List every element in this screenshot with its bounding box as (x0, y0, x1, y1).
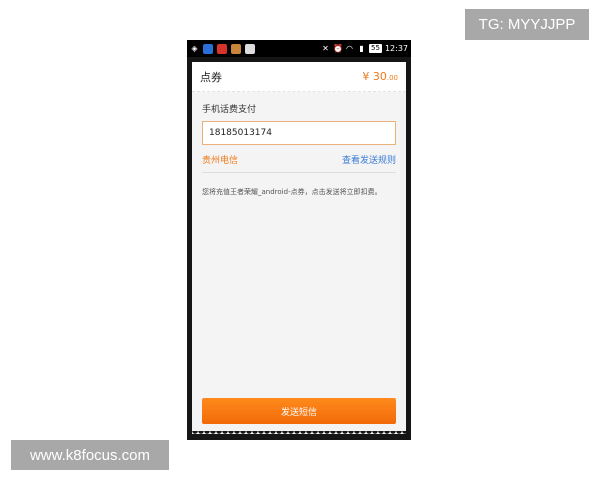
app-icon-4 (245, 43, 255, 54)
send-sms-button[interactable]: 发送短信 (202, 398, 396, 424)
battery-indicator: 55 (369, 44, 382, 53)
sheet-zigzag-edge (192, 431, 406, 437)
carrier-label: 贵州电信 (202, 156, 239, 166)
phone-number-input[interactable]: 18185013174 (202, 121, 396, 145)
view-rules-link[interactable]: 查看发送规则 (342, 153, 396, 166)
alarm-icon: ⏰ (333, 44, 343, 53)
location-icon: ◈ (191, 44, 198, 53)
phone-screen: ◈ ✕ ⏰ ◠ ▮ 55 12:37 点券 ¥ 30.00 手机话费支付 181… (187, 40, 411, 440)
app-icon-2 (217, 43, 227, 54)
payment-method-label: 手机话费支付 (202, 105, 257, 115)
price-label: ¥ 30.00 (362, 70, 398, 83)
app-icon-3 (231, 43, 241, 54)
app-icon-1 (203, 43, 213, 54)
status-left: ◈ (190, 43, 255, 54)
charge-notice: 您将充值王者荣耀_android-点券，点击发送将立即扣费。 (202, 188, 382, 196)
sheet-title: 点券 (200, 70, 222, 84)
watermark-site: www.k8focus.com (11, 440, 169, 470)
status-right: ✕ ⏰ ◠ ▮ 55 12:37 (321, 44, 408, 53)
status-time: 12:37 (384, 44, 408, 53)
price-decimal: .00 (386, 74, 398, 82)
price-main: ¥ 30 (362, 70, 387, 83)
carrier-row: 贵州电信 查看发送规则 (202, 153, 396, 173)
status-bar: ◈ ✕ ⏰ ◠ ▮ 55 12:37 (187, 40, 411, 57)
sheet-header: 点券 ¥ 30.00 (192, 62, 406, 92)
payment-sheet: 点券 ¥ 30.00 手机话费支付 18185013174 贵州电信 查看发送规… (192, 62, 406, 437)
watermark-tg: TG: MYYJJPP (465, 9, 589, 40)
signal-icon: ▮ (359, 44, 364, 53)
mute-icon: ✕ (322, 44, 329, 53)
wifi-icon: ◠ (346, 44, 353, 53)
